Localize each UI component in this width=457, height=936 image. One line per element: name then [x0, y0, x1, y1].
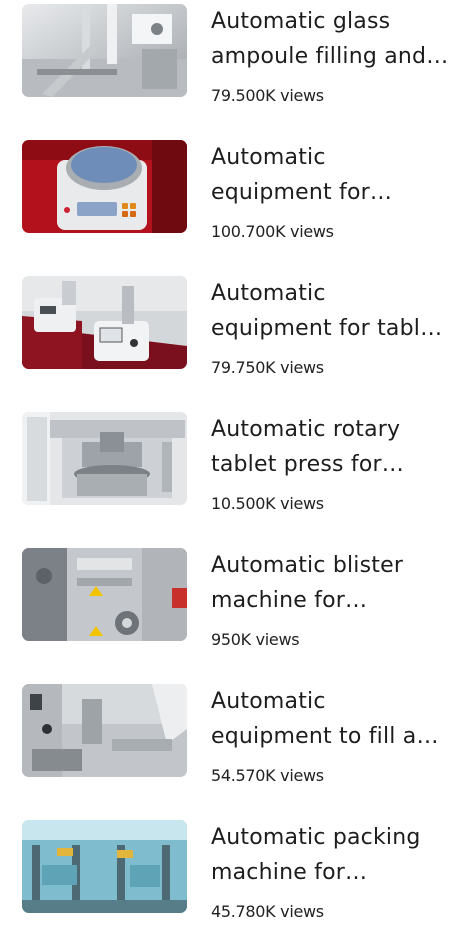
packing-machine-photo-icon	[22, 820, 187, 913]
hardness-tester-photo-icon	[22, 276, 187, 369]
video-list-item[interactable]: Automatic equipment to fill and seal 54.…	[0, 680, 457, 800]
view-count: 10.500K views	[211, 494, 324, 513]
video-list: Automatic glass ampoule filling and seal…	[0, 0, 457, 925]
video-list-item[interactable]: Automatic equipment for electronic weigh…	[0, 136, 457, 256]
video-list-item[interactable]: Automatic rotary tablet press for pharma…	[0, 408, 457, 528]
view-count: 950K views	[211, 630, 300, 649]
video-title[interactable]: Automatic glass ampoule filling and seal…	[211, 4, 451, 74]
video-title[interactable]: Automatic equipment for electronic weigh…	[211, 140, 451, 210]
filling-equipment-photo-icon	[22, 684, 187, 777]
electronic-scale-photo-icon	[22, 140, 187, 233]
video-list-item[interactable]: Automatic packing machine for production…	[0, 816, 457, 936]
video-title[interactable]: Automatic equipment to fill and seal	[211, 684, 451, 754]
video-list-item[interactable]: Automatic equipment for tablet hardness …	[0, 272, 457, 392]
rotary-tablet-press-thumbnail[interactable]	[22, 412, 187, 505]
video-title[interactable]: Automatic blister machine for packaging	[211, 548, 451, 618]
video-title[interactable]: Automatic packing machine for production…	[211, 820, 451, 890]
view-count: 100.700K views	[211, 222, 334, 241]
video-title[interactable]: Automatic rotary tablet press for pharma…	[211, 412, 451, 482]
blister-machine-photo-icon	[22, 548, 187, 641]
video-list-item[interactable]: Automatic glass ampoule filling and seal…	[0, 0, 457, 120]
view-count: 45.780K views	[211, 902, 324, 921]
view-count: 54.570K views	[211, 766, 324, 785]
video-title[interactable]: Automatic equipment for tablet hardness …	[211, 276, 451, 346]
packing-machine-thumbnail[interactable]	[22, 820, 187, 913]
ampoule-filling-machine-photo-icon	[22, 4, 187, 97]
view-count: 79.500K views	[211, 86, 324, 105]
blister-machine-thumbnail[interactable]	[22, 548, 187, 641]
hardness-tester-thumbnail[interactable]	[22, 276, 187, 369]
view-count: 79.750K views	[211, 358, 324, 377]
video-list-item[interactable]: Automatic blister machine for packaging …	[0, 544, 457, 664]
ampoule-filling-machine-thumbnail[interactable]	[22, 4, 187, 97]
filling-equipment-thumbnail[interactable]	[22, 684, 187, 777]
rotary-tablet-press-photo-icon	[22, 412, 187, 505]
electronic-scale-thumbnail[interactable]	[22, 140, 187, 233]
